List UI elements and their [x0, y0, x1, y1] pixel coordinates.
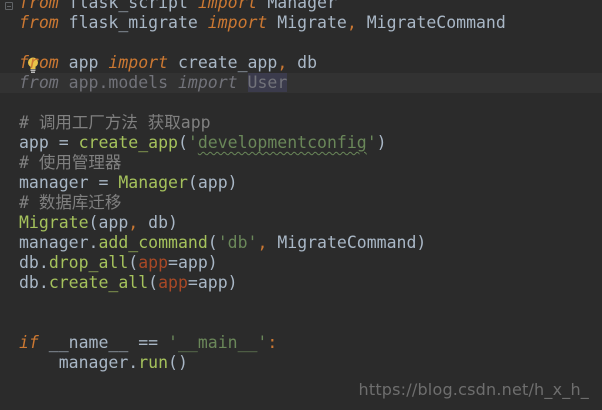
code-token: app =	[19, 133, 79, 152]
code-line[interactable]: manager.run()	[19, 353, 602, 373]
editor-gutter	[0, 0, 17, 410]
code-line[interactable]: # 数据库迁移	[19, 193, 602, 213]
parameter-token: app	[158, 273, 188, 292]
code-token: manager =	[19, 173, 119, 192]
comma-token: ,	[128, 213, 139, 232]
code-token: (	[128, 253, 139, 272]
code-token: (	[177, 133, 188, 152]
code-line[interactable]: from flask_migrate import Migrate, Migra…	[19, 13, 602, 33]
code-token: Migrate	[267, 13, 347, 32]
comma-token: ,	[346, 13, 357, 32]
code-token: app.models	[58, 73, 178, 92]
keyword-token: import	[108, 53, 169, 72]
fold-marker-icon[interactable]	[5, 2, 13, 10]
code-token: (app	[88, 213, 129, 232]
keyword-token: from	[19, 13, 59, 32]
function-token: run	[138, 353, 169, 372]
function-token: add_command	[98, 233, 208, 252]
code-token: ()	[168, 353, 188, 372]
code-line[interactable]: if __name__ == '__main__':	[19, 333, 602, 353]
code-token: (	[148, 273, 159, 292]
comma-token: ,	[277, 53, 288, 72]
string-token: '__main__'	[168, 333, 268, 352]
code-line[interactable]: Migrate(app, db)	[19, 213, 602, 233]
keyword-token: import	[197, 0, 258, 12]
watermark: https://blog.csdn.net/h_x_h_	[358, 380, 589, 399]
string-token-spellcheck: developmentconfig	[197, 133, 367, 152]
keyword-token: import	[177, 73, 238, 92]
code-line[interactable]: manager.add_command('db', MigrateCommand…	[19, 233, 602, 253]
code-token: (	[207, 233, 218, 252]
code-line[interactable]: db.drop_all(app=app)	[19, 253, 602, 273]
colon-token: :	[267, 333, 278, 352]
keyword-token: import	[207, 13, 268, 32]
string-token: '	[187, 133, 198, 152]
code-line[interactable]: app = create_app('developmentconfig')	[19, 133, 602, 153]
string-token: 'db'	[217, 233, 258, 252]
keyword-token: from	[19, 53, 59, 72]
highlighted-identifier[interactable]: User	[247, 73, 288, 92]
comma-token: ,	[257, 233, 268, 252]
code-token: manager.	[19, 353, 139, 372]
code-line[interactable]: # 调用工厂方法 获取app	[19, 113, 602, 133]
code-line[interactable]: # 使用管理器	[19, 153, 602, 173]
code-token: =app)	[187, 273, 238, 292]
code-token: =app)	[168, 253, 218, 272]
code-token: flask_script	[58, 0, 198, 12]
function-token: create_all	[48, 273, 149, 292]
code-token: flask_migrate	[58, 13, 208, 32]
function-token: Migrate	[19, 213, 89, 232]
string-token: '	[366, 133, 377, 152]
code-line-current[interactable]: from app.models import User	[0, 73, 602, 93]
code-line[interactable]: manager = Manager(app)	[19, 173, 602, 193]
comment-token: # 使用管理器	[19, 153, 122, 172]
code-line[interactable]: from flask_script import Manager	[19, 0, 602, 13]
code-token: Manager	[257, 0, 337, 12]
code-token: db)	[138, 213, 178, 232]
code-token: (app)	[187, 173, 238, 192]
code-token: __name__	[38, 333, 139, 352]
code-token: db.	[19, 253, 49, 272]
code-line[interactable]: from app import create_app, db	[19, 53, 602, 73]
code-line[interactable]: db.create_all(app=app)	[19, 273, 602, 293]
comment-token: # 数据库迁移	[19, 193, 122, 212]
operator-token: ==	[138, 333, 159, 352]
code-token: create_app	[168, 53, 278, 72]
code-token: app	[58, 53, 109, 72]
code-token: )	[376, 133, 387, 152]
code-token: db.	[19, 273, 49, 292]
function-token: create_app	[78, 133, 178, 152]
code-token: db	[287, 53, 318, 72]
code-token: manager.	[19, 233, 99, 252]
keyword-token: if	[19, 333, 39, 352]
keyword-token: from	[19, 73, 59, 92]
comment-token: # 调用工厂方法 获取app	[19, 113, 211, 132]
function-token: Manager	[118, 173, 188, 192]
keyword-token: from	[19, 0, 59, 12]
code-token: MigrateCommand)	[267, 233, 427, 252]
parameter-token: app	[138, 253, 169, 272]
code-editor[interactable]: from flask_script import Manager from fl…	[0, 0, 602, 410]
function-token: drop_all	[48, 253, 129, 272]
code-token: MigrateCommand	[356, 13, 506, 32]
